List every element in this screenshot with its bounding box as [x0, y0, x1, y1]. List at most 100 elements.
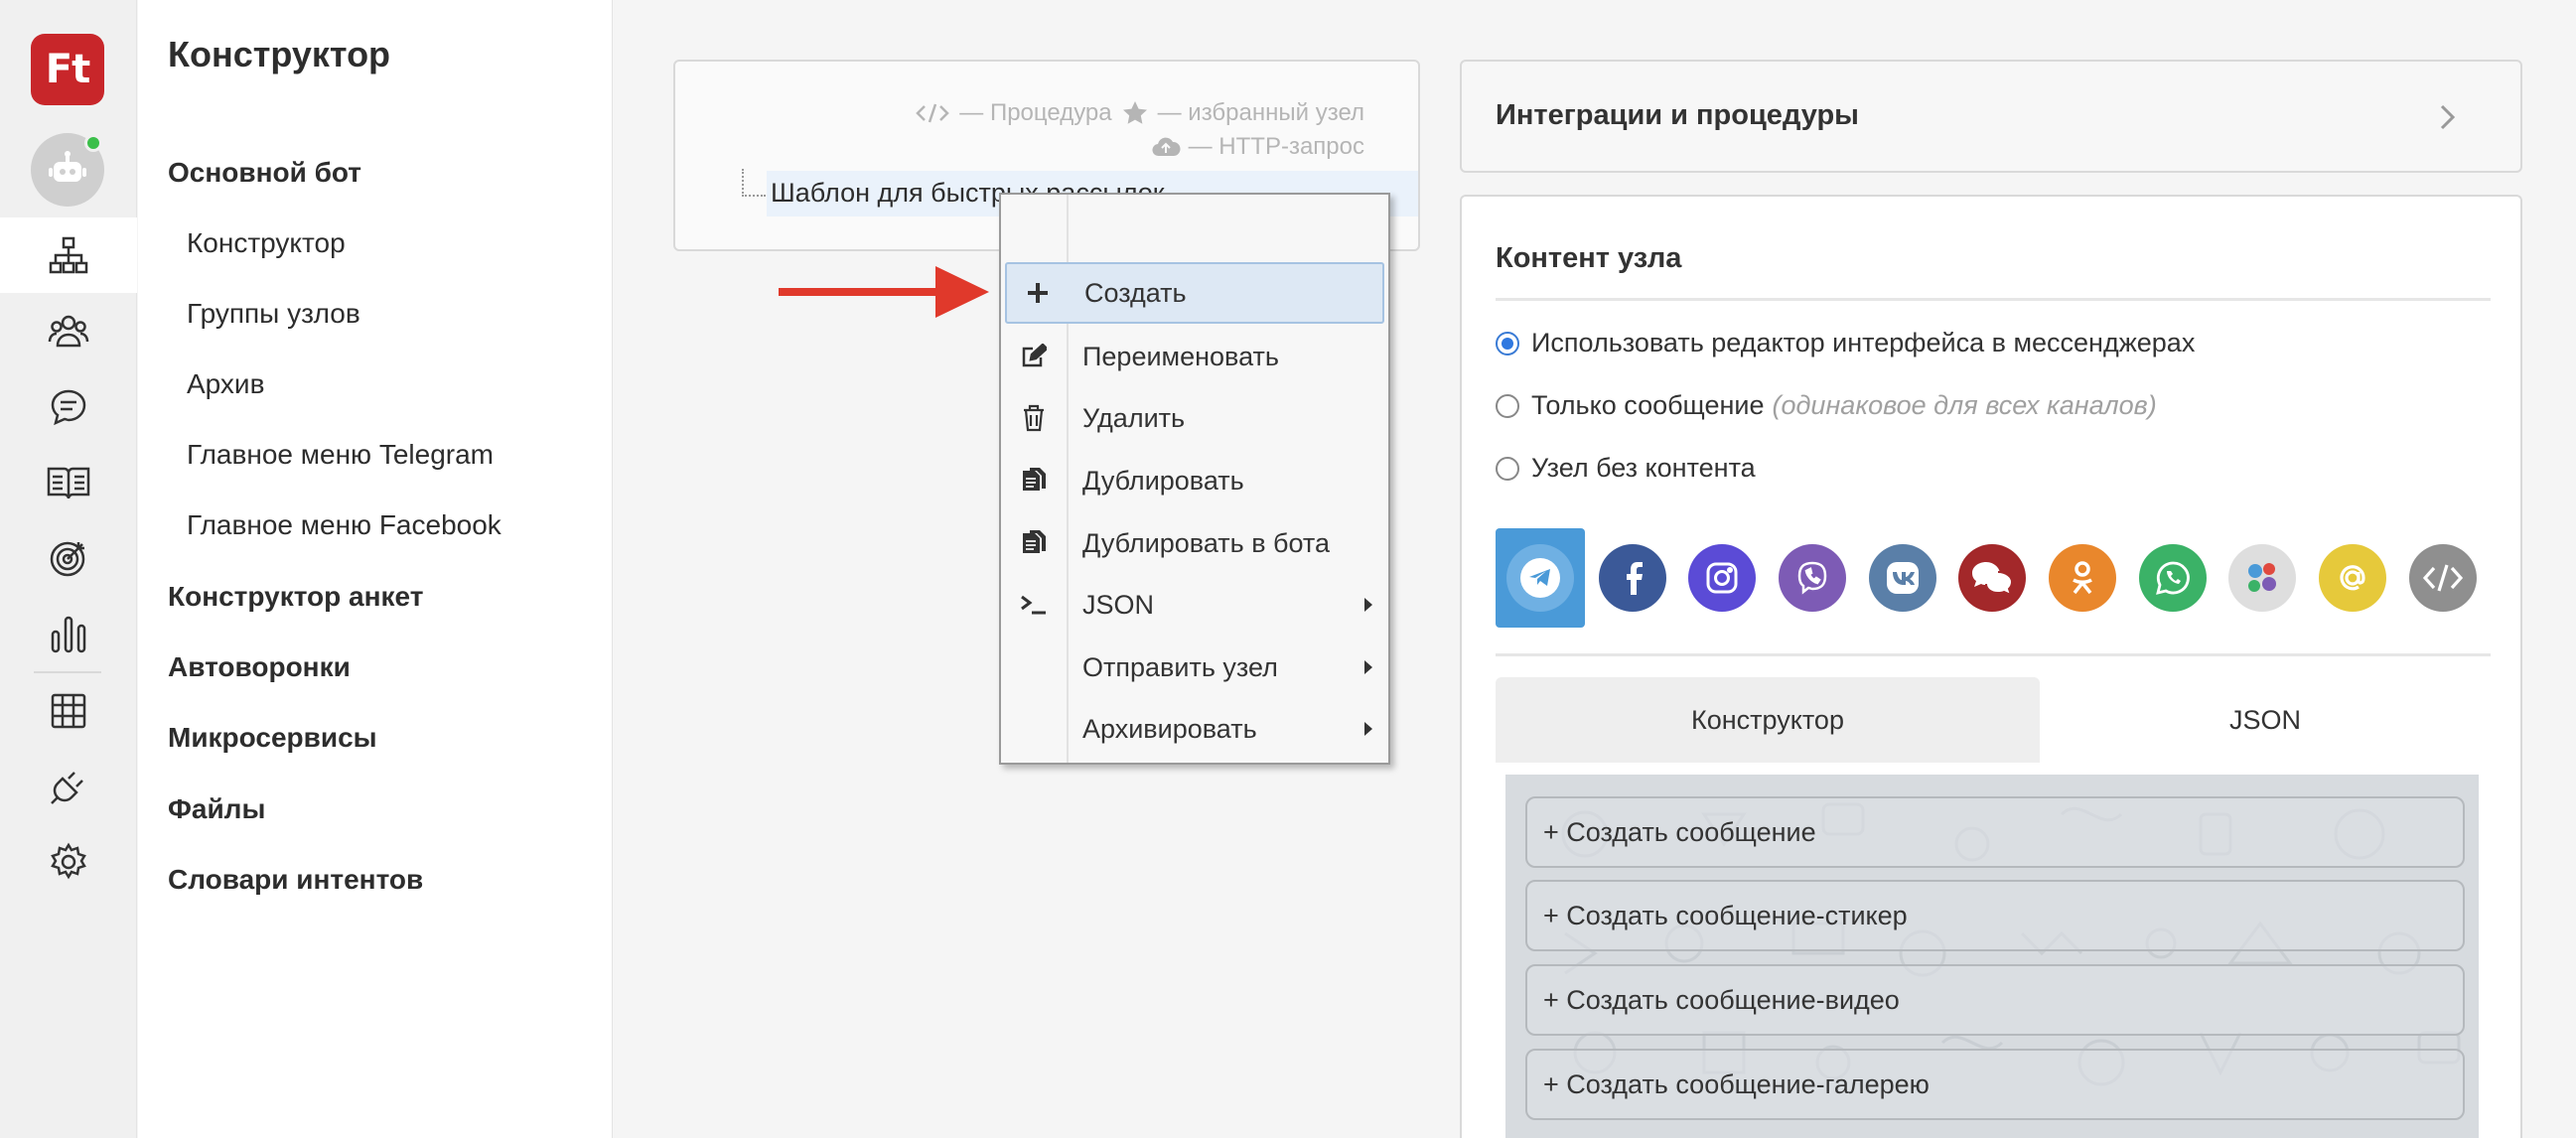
book-icon [47, 467, 90, 499]
context-menu-json[interactable]: JSON [1001, 574, 1388, 636]
multi-channel-button[interactable] [2228, 544, 2296, 612]
email-channel-button[interactable] [2319, 544, 2386, 612]
vk-icon [1887, 562, 1919, 594]
context-menu-label: Дублировать [1082, 465, 1244, 496]
legend-favorite: — избранный узел [1157, 99, 1364, 126]
create-gallery-message-button[interactable]: + Создать сообщение-галерею [1525, 1049, 2465, 1120]
integrations-panel[interactable]: Интеграции и процедуры [1460, 60, 2522, 173]
context-menu-delete[interactable]: Удалить [1001, 387, 1388, 449]
tab-constructor[interactable]: Конструктор [1496, 677, 2040, 763]
multichannel-icon [2248, 563, 2276, 592]
duplicate-icon [1023, 468, 1046, 491]
rail-item-goals[interactable] [0, 520, 137, 596]
livechat-channel-button[interactable] [1958, 544, 2026, 612]
app-logo[interactable]: Ft [31, 34, 104, 105]
divider [1496, 653, 2491, 656]
edit-icon [1022, 344, 1047, 367]
whatsapp-channel-button[interactable] [2139, 544, 2207, 612]
instagram-icon [1706, 562, 1738, 594]
tab-json[interactable]: JSON [2040, 677, 2491, 763]
legend-http: — HTTP-запрос [1188, 133, 1364, 160]
star-icon [1122, 101, 1147, 124]
gear-icon [51, 842, 86, 880]
create-video-message-button[interactable]: + Создать сообщение-видео [1525, 964, 2465, 1036]
node-content-title: Контент узла [1496, 242, 1682, 274]
editor-tabs: Конструктор JSON [1496, 677, 2491, 763]
menu-item-microservices[interactable]: Микросервисы [168, 722, 377, 754]
menu-item-forms[interactable]: Конструктор анкет [168, 581, 423, 613]
at-sign-icon [2340, 565, 2365, 591]
menu-item-facebook-menu[interactable]: Главное меню Facebook [187, 509, 501, 541]
context-menu-label: Отправить узел [1082, 651, 1278, 682]
rail-item-settings[interactable] [0, 824, 137, 900]
rail-item-groups[interactable] [0, 294, 137, 369]
legend-procedure: — Процедура [959, 99, 1112, 126]
divider [1496, 298, 2491, 301]
rail-item-stats[interactable] [0, 596, 137, 671]
code-channel-button[interactable] [2409, 544, 2477, 612]
tree-legend-row-2: — HTTP-запрос [1151, 133, 1364, 161]
odnoklassniki-icon [2073, 561, 2092, 595]
section-menu: Конструктор Основной бот Конструктор Гру… [138, 0, 613, 1138]
node-content-panel: Контент узла Использовать редактор интер… [1460, 195, 2522, 1138]
plus-icon [1028, 283, 1048, 303]
viber-channel-button[interactable] [1779, 544, 1846, 612]
rail-item-integrations[interactable] [0, 749, 137, 824]
submenu-arrow-icon [1364, 660, 1372, 674]
context-menu: Создать Переименовать Удалить Дублироват… [999, 193, 1390, 765]
code-icon [2423, 564, 2463, 592]
users-group-icon [48, 315, 89, 348]
radio-button[interactable] [1496, 456, 1519, 481]
plug-icon [51, 772, 83, 804]
channel-selector [1496, 528, 2499, 628]
context-menu-duplicate-to-bot[interactable]: Дублировать в бота [1001, 512, 1388, 574]
option-label: Узел без контента [1531, 453, 1756, 483]
target-icon [50, 541, 85, 577]
viber-icon [1797, 561, 1827, 595]
radio-button[interactable] [1496, 331, 1519, 356]
rail-item-chats[interactable] [0, 369, 137, 445]
menu-item-files[interactable]: Файлы [168, 793, 265, 825]
option-label: Использовать редактор интерфейса в мессе… [1531, 328, 2196, 357]
option-hint: (одинаковое для всех каналов) [1772, 390, 2157, 420]
robot-icon [49, 151, 86, 182]
chat-icon [51, 389, 86, 426]
context-menu-send-node[interactable]: Отправить узел [1001, 637, 1388, 698]
chat-bubbles-icon [1972, 562, 2014, 597]
menu-item-telegram-menu[interactable]: Главное меню Telegram [187, 439, 494, 471]
message-editor-area: + Создать сообщение + Создать сообщение-… [1505, 775, 2479, 1138]
sitemap-icon [49, 236, 88, 274]
context-menu-create[interactable]: Создать [1005, 262, 1384, 324]
menu-item-constructor[interactable]: Конструктор [187, 227, 346, 259]
vk-channel-button[interactable] [1869, 544, 1936, 612]
menu-item-archive[interactable]: Архив [187, 368, 264, 400]
menu-item-autofunnels[interactable]: Автоворонки [168, 651, 351, 683]
telegram-channel-button[interactable] [1506, 544, 1574, 612]
rail-item-tables[interactable] [0, 673, 137, 749]
menu-item-node-groups[interactable]: Группы узлов [187, 298, 360, 330]
instagram-channel-button[interactable] [1688, 544, 1756, 612]
cloud-upload-icon [1152, 137, 1181, 157]
table-icon [51, 693, 86, 729]
rail-item-constructor[interactable] [0, 217, 137, 293]
rail-item-knowledge[interactable] [0, 445, 137, 520]
radio-button[interactable] [1496, 393, 1519, 418]
whatsapp-icon [2156, 561, 2190, 595]
option-no-content[interactable]: Узел без контента [1496, 453, 1756, 484]
context-menu-label: Создать [1084, 277, 1187, 308]
context-menu-duplicate[interactable]: Дублировать [1001, 450, 1388, 511]
facebook-icon [1627, 562, 1643, 595]
option-message-only[interactable]: Только сообщение (одинаковое для всех ка… [1496, 390, 2157, 421]
option-messenger-editor[interactable]: Использовать редактор интерфейса в мессе… [1496, 328, 2195, 358]
icon-rail: Ft [0, 0, 137, 1138]
tree-connector [742, 169, 766, 197]
context-menu-label: Архивировать [1082, 713, 1257, 744]
create-sticker-message-button[interactable]: + Создать сообщение-стикер [1525, 880, 2465, 951]
context-menu-rename[interactable]: Переименовать [1001, 326, 1388, 387]
create-message-button[interactable]: + Создать сообщение [1525, 796, 2465, 868]
odnoklassniki-channel-button[interactable] [2049, 544, 2116, 612]
menu-item-intents[interactable]: Словари интентов [168, 864, 423, 896]
facebook-channel-button[interactable] [1599, 544, 1666, 612]
context-menu-archive[interactable]: Архивировать [1001, 698, 1388, 760]
menu-item-main-bot[interactable]: Основной бот [168, 157, 361, 189]
